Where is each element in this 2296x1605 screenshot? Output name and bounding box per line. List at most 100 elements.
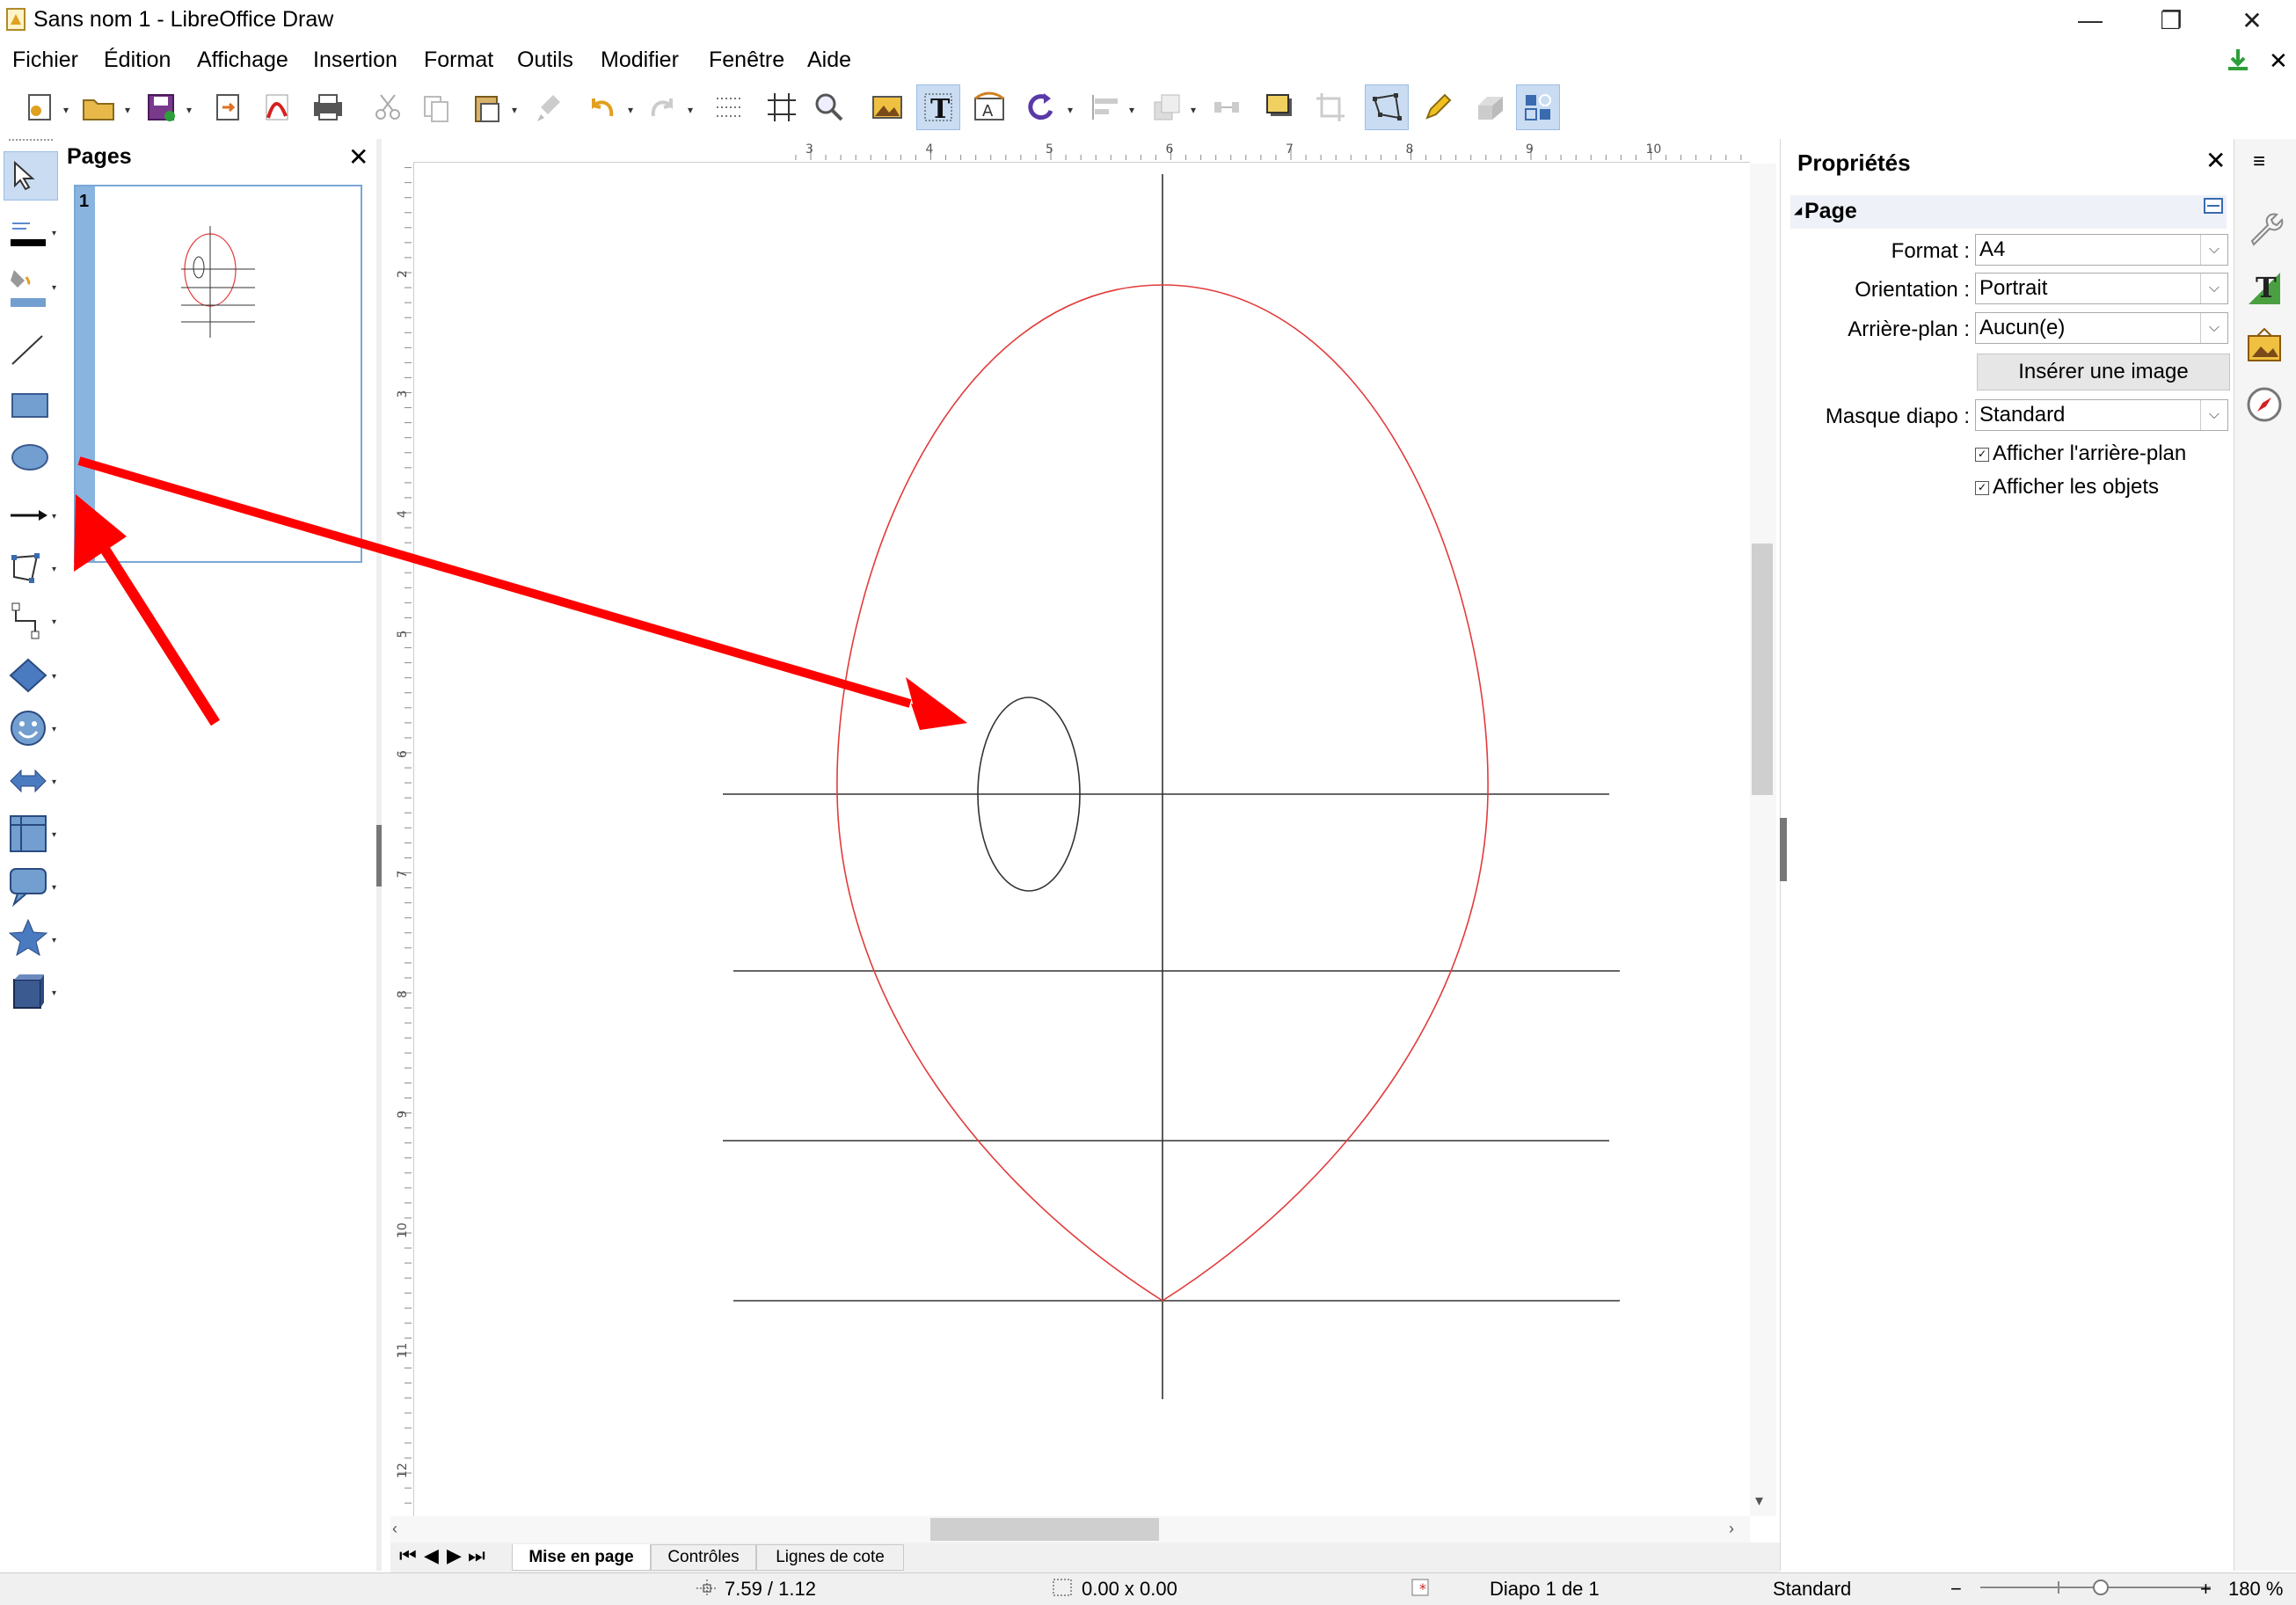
undo-button[interactable]	[580, 84, 624, 130]
distribute-button[interactable]	[1205, 84, 1249, 130]
ellipse-tool[interactable]	[4, 433, 58, 482]
scroll-right-icon[interactable]: ›	[1729, 1520, 1734, 1538]
chevron-down-icon[interactable]: ▾	[52, 725, 56, 734]
tab-lignes-de-cote[interactable]: Lignes de cote	[756, 1544, 904, 1571]
chevron-down-icon[interactable]: ▾	[52, 229, 56, 238]
drawing-canvas[interactable]	[419, 164, 1748, 1513]
chevron-down-icon[interactable]: ▾	[63, 104, 69, 116]
rectangle-tool[interactable]	[4, 380, 58, 429]
horizontal-scrollbar-thumb[interactable]	[930, 1518, 1159, 1541]
chevron-down-icon[interactable]: ▾	[52, 777, 56, 787]
helplines-button[interactable]	[760, 84, 804, 130]
basic-shapes-tool[interactable]: ▾	[4, 651, 58, 700]
export-button[interactable]	[206, 84, 250, 130]
deck-styles-button[interactable]: T	[2237, 264, 2292, 313]
chevron-down-icon[interactable]: ▾	[52, 565, 56, 574]
sidebar-menu-icon[interactable]: ≡	[2253, 150, 2265, 174]
symbol-shapes-tool[interactable]: ▾	[4, 704, 58, 753]
text-box-button[interactable]: T	[916, 84, 960, 130]
stars-tool[interactable]: ▾	[4, 915, 58, 964]
fontwork-button[interactable]: A	[967, 84, 1011, 130]
master-slide-select[interactable]: Standard ⌵	[1975, 399, 2228, 431]
flowchart-tool[interactable]: ▾	[4, 809, 58, 858]
collapse-triangle-icon[interactable]: ◢	[1794, 204, 1802, 216]
scroll-left-icon[interactable]: ‹	[392, 1520, 397, 1538]
vertical-scrollbar-thumb[interactable]	[1752, 544, 1773, 795]
clone-formatting-button[interactable]	[528, 84, 572, 130]
vertical-ruler[interactable]: 2 3 4 5 6 7 8 9 10 11 12	[390, 162, 414, 1516]
zoom-button[interactable]	[807, 84, 851, 130]
previous-tab-icon[interactable]: ◀	[424, 1544, 439, 1567]
connector-tool[interactable]: ▾	[4, 596, 58, 646]
sidebar-splitter-handle[interactable]	[1780, 818, 1787, 881]
chevron-down-icon[interactable]: ▾	[52, 283, 56, 293]
page-thumbnail[interactable]	[74, 185, 362, 563]
chevron-down-icon[interactable]: ▾	[52, 883, 56, 893]
deck-navigator-button[interactable]	[2237, 380, 2292, 429]
show-draw-functions-button[interactable]	[1516, 84, 1560, 130]
chevron-down-icon[interactable]: ▾	[1129, 104, 1134, 116]
gluepoints-button[interactable]	[1416, 84, 1460, 130]
toggle-extrusion-button[interactable]	[1469, 84, 1512, 130]
points-button[interactable]	[1365, 84, 1409, 130]
align-button[interactable]	[1083, 84, 1127, 130]
zoom-in-button[interactable]: +	[2200, 1578, 2212, 1601]
zoom-out-button[interactable]: −	[1950, 1578, 1962, 1601]
callout-shapes-tool[interactable]: ▾	[4, 862, 58, 911]
chevron-down-icon[interactable]: ⌵	[2200, 274, 2227, 303]
block-arrows-tool[interactable]: ▾	[4, 756, 58, 806]
checkbox-checked-icon[interactable]: ✓	[1975, 447, 1989, 462]
scroll-down-icon[interactable]: ▾	[1755, 1492, 1763, 1510]
chevron-down-icon[interactable]: ⌵	[2200, 313, 2227, 343]
menu-outils[interactable]: Outils	[517, 47, 573, 73]
chevron-down-icon[interactable]: ▾	[125, 104, 130, 116]
chevron-down-icon[interactable]: ▾	[688, 104, 693, 116]
line-tool[interactable]	[4, 325, 58, 375]
last-tab-icon[interactable]: ⏭	[468, 1544, 485, 1567]
chevron-down-icon[interactable]: ▾	[1191, 104, 1196, 116]
menu-affichage[interactable]: Affichage	[197, 47, 288, 73]
print-button[interactable]	[306, 84, 350, 130]
crop-button[interactable]	[1308, 84, 1352, 130]
chevron-down-icon[interactable]: ⌵	[2200, 235, 2227, 265]
curves-tool[interactable]: ▾	[4, 544, 58, 593]
insert-image-button[interactable]: Insérer une image	[1977, 354, 2230, 390]
menu-modifier[interactable]: Modifier	[601, 47, 679, 73]
next-tab-icon[interactable]: ▶	[447, 1544, 462, 1567]
vertical-scrollbar[interactable]	[1750, 164, 1776, 1516]
paste-button[interactable]	[464, 84, 508, 130]
chevron-down-icon[interactable]: ▾	[52, 672, 56, 682]
chevron-down-icon[interactable]: ▾	[52, 617, 56, 627]
rotate-button[interactable]	[1020, 84, 1064, 130]
deck-gallery-button[interactable]	[2237, 322, 2292, 371]
restore-button[interactable]: ❐	[2132, 0, 2211, 40]
zoom-level[interactable]: 180 %	[2228, 1578, 2283, 1601]
chevron-down-icon[interactable]: ▾	[52, 830, 56, 840]
background-select[interactable]: Aucun(e) ⌵	[1975, 312, 2228, 344]
show-objects-checkbox[interactable]: ✓ Afficher les objets	[1975, 475, 2159, 500]
update-icon[interactable]	[2225, 47, 2251, 72]
first-tab-icon[interactable]: ⏮	[399, 1544, 417, 1567]
zoom-slider-thumb[interactable]	[2093, 1579, 2109, 1595]
tab-controles[interactable]: Contrôles	[651, 1544, 756, 1571]
menu-fichier[interactable]: Fichier	[12, 47, 78, 73]
select-tool[interactable]	[4, 151, 58, 201]
minimize-button[interactable]: —	[2051, 0, 2130, 40]
chevron-down-icon[interactable]: ▾	[512, 104, 517, 116]
more-options-icon[interactable]	[2204, 197, 2223, 215]
format-select[interactable]: A4 ⌵	[1975, 234, 2228, 266]
new-button[interactable]	[18, 84, 62, 130]
redo-button[interactable]	[640, 84, 684, 130]
shadow-button[interactable]	[1257, 84, 1301, 130]
horizontal-ruler[interactable]: 34567891011121314	[390, 139, 1750, 163]
chevron-down-icon[interactable]: ▾	[52, 512, 56, 522]
close-window-button[interactable]: ✕	[2212, 0, 2292, 40]
chevron-down-icon[interactable]: ▾	[186, 104, 192, 116]
panel-splitter[interactable]	[376, 139, 382, 1571]
cut-button[interactable]	[366, 84, 410, 130]
chevron-down-icon[interactable]: ▾	[628, 104, 633, 116]
menu-insertion[interactable]: Insertion	[313, 47, 397, 73]
orientation-select[interactable]: Portrait ⌵	[1975, 273, 2228, 304]
splitter-handle[interactable]	[376, 825, 382, 886]
drawing-area[interactable]	[419, 164, 1748, 1513]
